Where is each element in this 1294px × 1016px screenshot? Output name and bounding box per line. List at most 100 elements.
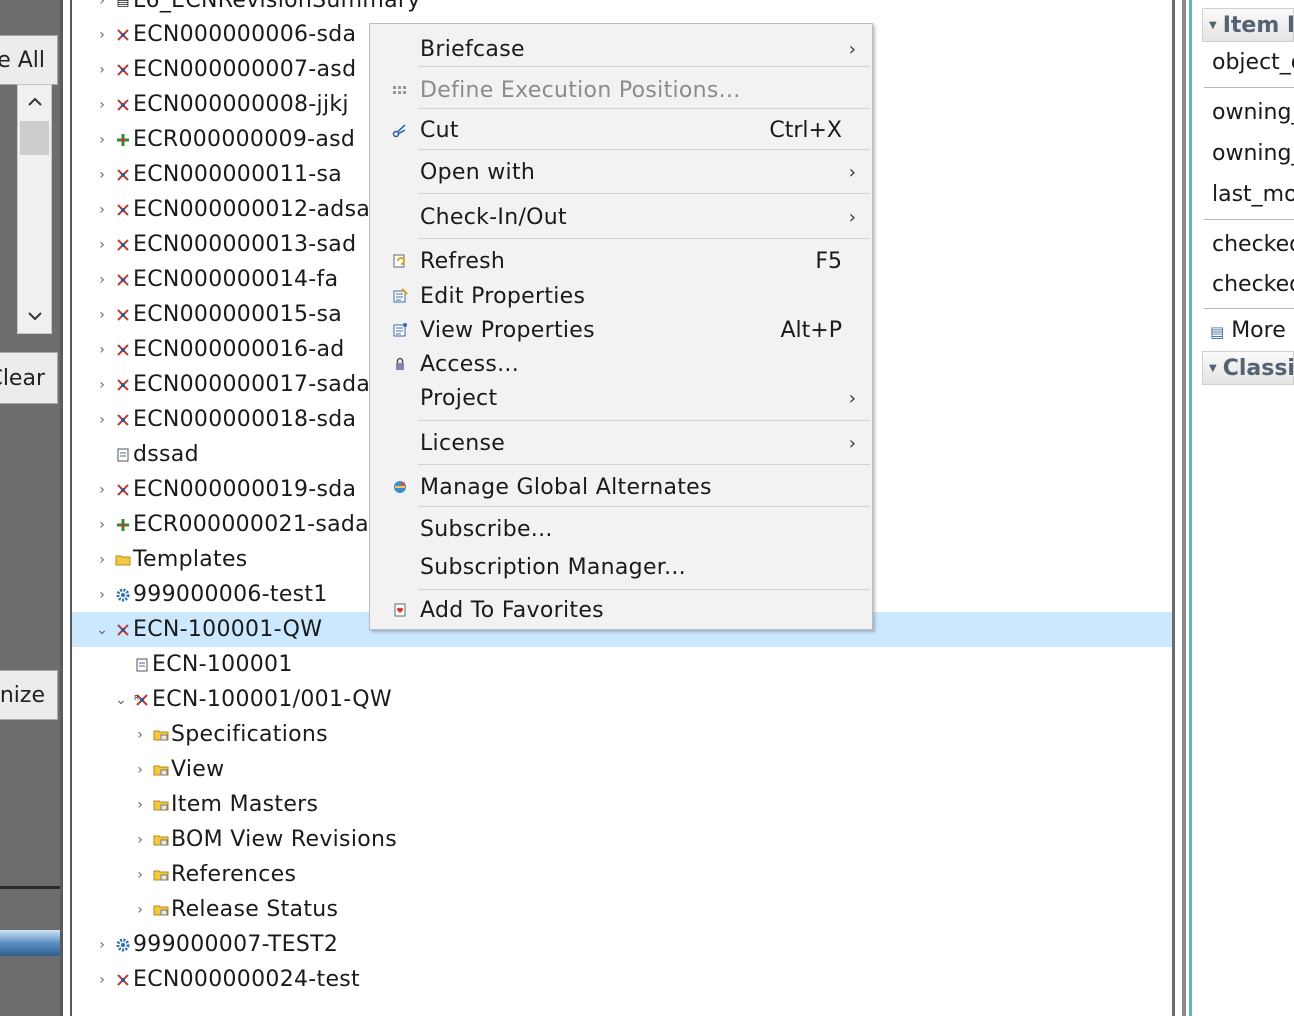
- menu-item-open-with[interactable]: Open with ›: [370, 154, 872, 190]
- select-all-button[interactable]: e All: [0, 35, 58, 85]
- pseudo-folder-icon: [152, 831, 170, 849]
- tree-row[interactable]: › BOM View Revisions: [72, 822, 1172, 857]
- collapse-chevron-icon[interactable]: ⌄: [94, 622, 110, 638]
- tree-row-label: ECN000000016-ad: [133, 337, 345, 362]
- clear-button[interactable]: Clear: [0, 352, 58, 404]
- expand-chevron-icon[interactable]: ›: [94, 272, 110, 288]
- expand-chevron-icon[interactable]: ›: [94, 202, 110, 218]
- menu-item-subscribe[interactable]: Subscribe...: [370, 511, 872, 547]
- expand-chevron-icon[interactable]: ›: [94, 937, 110, 953]
- tree-row[interactable]: › Item Masters: [72, 787, 1172, 822]
- tree-row-label: Release Status: [171, 897, 339, 922]
- ecn-icon: [114, 271, 132, 289]
- organize-button[interactable]: nize: [0, 670, 58, 720]
- pseudo-folder-icon: [152, 761, 170, 779]
- menu-separator: [418, 420, 870, 421]
- menu-item-license[interactable]: License ›: [370, 425, 872, 461]
- expand-chevron-icon[interactable]: ›: [94, 27, 110, 43]
- property-label: last_mo: [1212, 182, 1294, 207]
- expand-chevron-icon[interactable]: ›: [94, 517, 110, 533]
- menu-item-manage-global-alternates[interactable]: Manage Global Alternates: [370, 469, 872, 505]
- tree-row[interactable]: › ECN000000024-test: [72, 962, 1172, 997]
- tree-row[interactable]: › References: [72, 857, 1172, 892]
- more-properties-link[interactable]: ▤ More: [1210, 318, 1286, 343]
- menu-item-label: Open with: [420, 159, 536, 185]
- menu-item-subscription-manager[interactable]: Subscription Manager...: [370, 549, 872, 585]
- menu-item-check-in-out[interactable]: Check-In/Out ›: [370, 199, 872, 235]
- expand-chevron-icon[interactable]: ›: [94, 132, 110, 148]
- property-label: checked: [1212, 232, 1294, 257]
- menu-item-project[interactable]: Project ›: [370, 380, 872, 416]
- tree-row[interactable]: ⌄ R ECN-100001/001-QW: [72, 682, 1172, 717]
- tree-row[interactable]: ECN-100001: [72, 647, 1172, 682]
- tree-row-label: BOM View Revisions: [171, 827, 398, 852]
- expand-chevron-icon[interactable]: ›: [132, 727, 148, 743]
- expand-chevron-icon[interactable]: ›: [94, 482, 110, 498]
- scroll-down-icon[interactable]: [18, 299, 51, 333]
- menu-item-refresh[interactable]: Refresh F5: [370, 243, 872, 279]
- expand-chevron-icon[interactable]: ›: [94, 377, 110, 393]
- menu-item-define-execution-positions: Define Execution Positions...: [370, 72, 872, 108]
- expand-chevron-icon[interactable]: ›: [94, 972, 110, 988]
- context-menu[interactable]: Briefcase › Define Execution Positions... C…: [369, 23, 873, 630]
- item-properties-section[interactable]: ▼ Item P: [1202, 8, 1294, 42]
- tree-row-label: Item Masters: [171, 792, 319, 817]
- menu-item-add-to-favorites[interactable]: Add To Favorites: [370, 592, 872, 628]
- menu-item-view-properties[interactable]: View Properties Alt+P: [370, 312, 872, 348]
- menu-item-label: Refresh: [420, 248, 506, 274]
- properties-panel: ▼ Item P object_d owning_ owning_ last_m…: [1194, 0, 1294, 1016]
- ecn-icon: [114, 971, 132, 989]
- menu-item-shortcut: Ctrl+X: [769, 117, 842, 143]
- tree-row-partial[interactable]: › ▤ L6_ECNRevisionSummary: [72, 0, 1172, 18]
- tree-row[interactable]: › 999000007-TEST2: [72, 927, 1172, 962]
- tree-row-label: L6_ECNRevisionSummary: [133, 0, 421, 13]
- menu-item-label: Cut: [420, 117, 459, 143]
- menu-separator: [418, 193, 870, 194]
- menu-item-label: Check-In/Out: [420, 204, 567, 230]
- expand-chevron-icon[interactable]: ›: [94, 587, 110, 603]
- classification-section[interactable]: ▼ Classif: [1202, 351, 1294, 385]
- expand-chevron-icon[interactable]: ›: [94, 62, 110, 78]
- expand-chevron-icon[interactable]: ›: [132, 832, 148, 848]
- menu-item-cut[interactable]: Cut Ctrl+X: [370, 112, 872, 148]
- collapse-chevron-icon[interactable]: ⌄: [113, 692, 129, 708]
- menu-separator: [418, 506, 870, 507]
- expand-chevron-icon[interactable]: ›: [132, 867, 148, 883]
- expand-chevron-icon[interactable]: ›: [94, 167, 110, 183]
- tree-row[interactable]: › View: [72, 752, 1172, 787]
- scroll-up-icon[interactable]: [18, 85, 51, 119]
- ecn-icon: [114, 166, 132, 184]
- menu-item-briefcase[interactable]: Briefcase ›: [370, 31, 872, 67]
- expand-chevron-icon[interactable]: ›: [94, 552, 110, 568]
- left-list-scrollbar[interactable]: [17, 84, 52, 334]
- tree-row[interactable]: › Release Status: [72, 892, 1172, 927]
- tree-row-label: ECN000000019-sda: [133, 477, 357, 502]
- expand-chevron-icon[interactable]: ›: [132, 762, 148, 778]
- tree-row[interactable]: › Specifications: [72, 717, 1172, 752]
- expand-chevron-icon[interactable]: ›: [94, 342, 110, 358]
- scroll-thumb[interactable]: [20, 121, 49, 155]
- menu-item-edit-properties[interactable]: Edit Properties: [370, 278, 872, 314]
- ecn-icon: [114, 236, 132, 254]
- view-properties-icon: [390, 320, 410, 340]
- expand-chevron-icon[interactable]: ›: [132, 797, 148, 813]
- collapse-triangle-icon[interactable]: ▼: [1209, 363, 1217, 374]
- lock-icon: [390, 354, 410, 374]
- ecn-revision-icon: R: [133, 691, 151, 709]
- menu-item-shortcut: Alt+P: [780, 317, 843, 343]
- tree-row-label: ECN000000014-fa: [133, 267, 339, 292]
- menu-item-label: Manage Global Alternates: [420, 474, 712, 500]
- menu-item-label: Project: [420, 385, 498, 411]
- expand-chevron-icon[interactable]: ›: [94, 307, 110, 323]
- expand-chevron-icon[interactable]: ›: [94, 412, 110, 428]
- expand-chevron-icon[interactable]: ›: [94, 0, 110, 9]
- menu-item-access[interactable]: Access...: [370, 346, 872, 382]
- pseudo-folder-icon: [152, 796, 170, 814]
- ecn-icon: [114, 201, 132, 219]
- expand-chevron-icon[interactable]: ›: [94, 97, 110, 113]
- collapse-triangle-icon[interactable]: ▼: [1209, 20, 1217, 31]
- submenu-arrow-icon: ›: [848, 387, 856, 409]
- expand-chevron-icon[interactable]: ›: [94, 237, 110, 253]
- expand-chevron-icon[interactable]: ›: [132, 902, 148, 918]
- menu-item-label: Subscribe...: [420, 516, 553, 542]
